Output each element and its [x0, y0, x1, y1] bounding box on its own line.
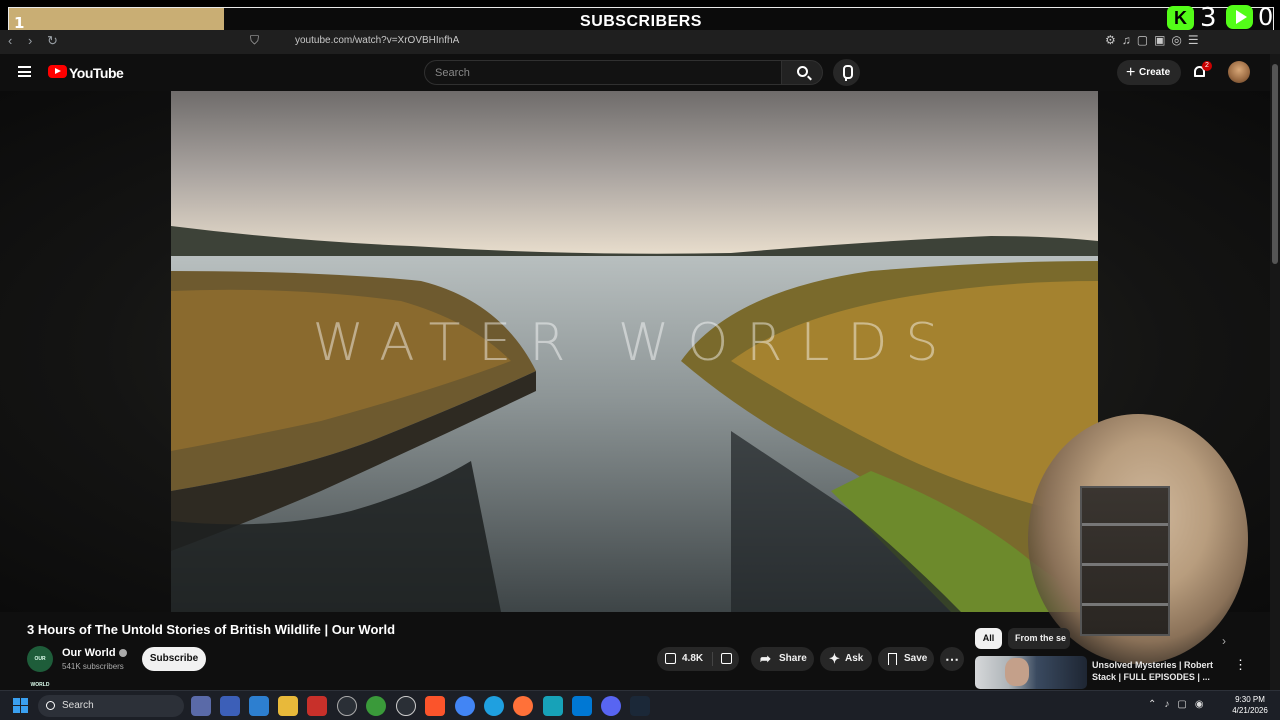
- app-icon-8[interactable]: [396, 696, 416, 716]
- save-button[interactable]: Save: [878, 647, 934, 671]
- like-count[interactable]: 4.8K: [664, 647, 703, 671]
- youtube-logo-icon[interactable]: [48, 65, 67, 78]
- forward-icon[interactable]: ›: [28, 33, 32, 48]
- search-button[interactable]: [781, 60, 823, 85]
- webcam-overlay: [1028, 414, 1248, 664]
- search-icon: [797, 66, 808, 77]
- plus-icon: +: [1126, 64, 1136, 81]
- more-vert-icon[interactable]: ⋮: [1234, 657, 1247, 673]
- clock-time: 9:30 PM: [1235, 695, 1265, 704]
- discord-icon[interactable]: [601, 696, 621, 716]
- scrollbar-thumb[interactable]: [1272, 64, 1278, 264]
- menu-icon[interactable]: [18, 66, 31, 77]
- play-count: 0: [1258, 3, 1274, 31]
- app-icon-1[interactable]: [191, 696, 211, 716]
- recommended-thumbnail[interactable]: [975, 656, 1087, 689]
- vscode-icon[interactable]: [572, 696, 592, 716]
- reload-icon[interactable]: ↻: [47, 33, 58, 49]
- subscribe-button[interactable]: Subscribe: [142, 647, 206, 671]
- windows-start-icon[interactable]: [13, 698, 29, 714]
- notifications-button[interactable]: 2: [1193, 61, 1212, 78]
- app-icon-13[interactable]: [543, 696, 563, 716]
- app-icon-2[interactable]: [220, 696, 240, 716]
- taskbar-search-label: Search: [62, 700, 94, 711]
- create-label: Create: [1139, 67, 1171, 78]
- share-icon: ➦: [760, 651, 771, 666]
- taskbar-search[interactable]: Search: [38, 695, 184, 717]
- youtube-header: YouTube +Create 2: [0, 54, 1270, 91]
- share-label: Share: [779, 653, 807, 664]
- taskbar: Search ⌃♪▢◉ 9:30 PM 4/21/2026: [0, 690, 1280, 720]
- search-input[interactable]: [425, 61, 781, 84]
- steam-icon[interactable]: [630, 696, 650, 716]
- app-icon-7[interactable]: [366, 696, 386, 716]
- webcam-shelf: [1080, 486, 1170, 636]
- kick-count: 3: [1200, 3, 1217, 33]
- app-icon-6[interactable]: [337, 696, 357, 716]
- sparkle-icon: ✦: [829, 651, 840, 666]
- chrome-icon[interactable]: [455, 696, 475, 716]
- clock[interactable]: 9:30 PM 4/21/2026: [1226, 694, 1274, 716]
- app-icon-5[interactable]: [307, 696, 327, 716]
- youtube-logo-text[interactable]: YouTube: [69, 65, 124, 81]
- like-dislike-group: 4.8K: [657, 647, 739, 671]
- goal-label: SUBSCRIBERS: [580, 13, 702, 30]
- address-bar[interactable]: youtube.com/watch?v=XrOVBHInfhA: [295, 35, 459, 46]
- app-icon-3[interactable]: [249, 696, 269, 716]
- channel-name-text: Our World: [62, 647, 116, 659]
- chevron-right-icon[interactable]: ›: [1222, 634, 1226, 648]
- edge-icon[interactable]: [484, 696, 504, 716]
- bookmark-icon: [888, 653, 897, 665]
- scrollbar[interactable]: [1270, 54, 1280, 690]
- chip-all[interactable]: All: [975, 628, 1002, 649]
- share-button[interactable]: ➦ Share: [751, 647, 814, 671]
- video-title: 3 Hours of The Untold Stories of British…: [27, 622, 396, 637]
- avatar[interactable]: [1228, 61, 1250, 83]
- video-overlay-text: WATER WORLDS: [312, 313, 957, 373]
- file-explorer-icon[interactable]: [278, 696, 298, 716]
- back-icon[interactable]: ‹: [8, 33, 12, 48]
- like-divider: [712, 652, 713, 666]
- search-box[interactable]: [424, 60, 782, 85]
- more-actions-button[interactable]: ⋯: [940, 647, 964, 671]
- firefox-icon[interactable]: [513, 696, 533, 716]
- chip-from-series[interactable]: From the se: [1008, 628, 1070, 649]
- system-tray-icons[interactable]: ⌃♪▢◉: [1148, 699, 1212, 710]
- kick-icon: K: [1167, 6, 1194, 30]
- dislike-icon[interactable]: [721, 653, 732, 664]
- clock-date: 4/21/2026: [1232, 706, 1268, 715]
- browser-extension-icons[interactable]: ⚙♫▢▣◎☰: [1105, 33, 1205, 47]
- save-label: Save: [904, 653, 928, 664]
- verified-icon: [118, 649, 127, 658]
- ask-label: Ask: [845, 653, 864, 664]
- channel-avatar[interactable]: OUR WORLD: [27, 646, 53, 688]
- video-player[interactable]: WATER WORLDS: [171, 91, 1098, 612]
- browser-toolbar: ‹ › ↻ ⛉ youtube.com/watch?v=XrOVBHInfhA …: [0, 30, 1280, 54]
- brave-icon[interactable]: [425, 696, 445, 716]
- recommended-title[interactable]: Unsolved Mysteries | Robert Stack | FULL…: [1092, 659, 1220, 683]
- bookmark-icon[interactable]: ⛉: [250, 33, 259, 48]
- play-icon: [1226, 5, 1253, 29]
- voice-search-button[interactable]: [833, 59, 860, 86]
- channel-name[interactable]: Our World: [62, 647, 127, 659]
- ask-button[interactable]: ✦ Ask: [820, 647, 872, 671]
- create-button[interactable]: + Create: [1117, 60, 1181, 85]
- search-icon: [46, 701, 55, 710]
- notification-badge: 2: [1202, 61, 1212, 71]
- subscriber-count: 541K subscribers: [62, 662, 124, 671]
